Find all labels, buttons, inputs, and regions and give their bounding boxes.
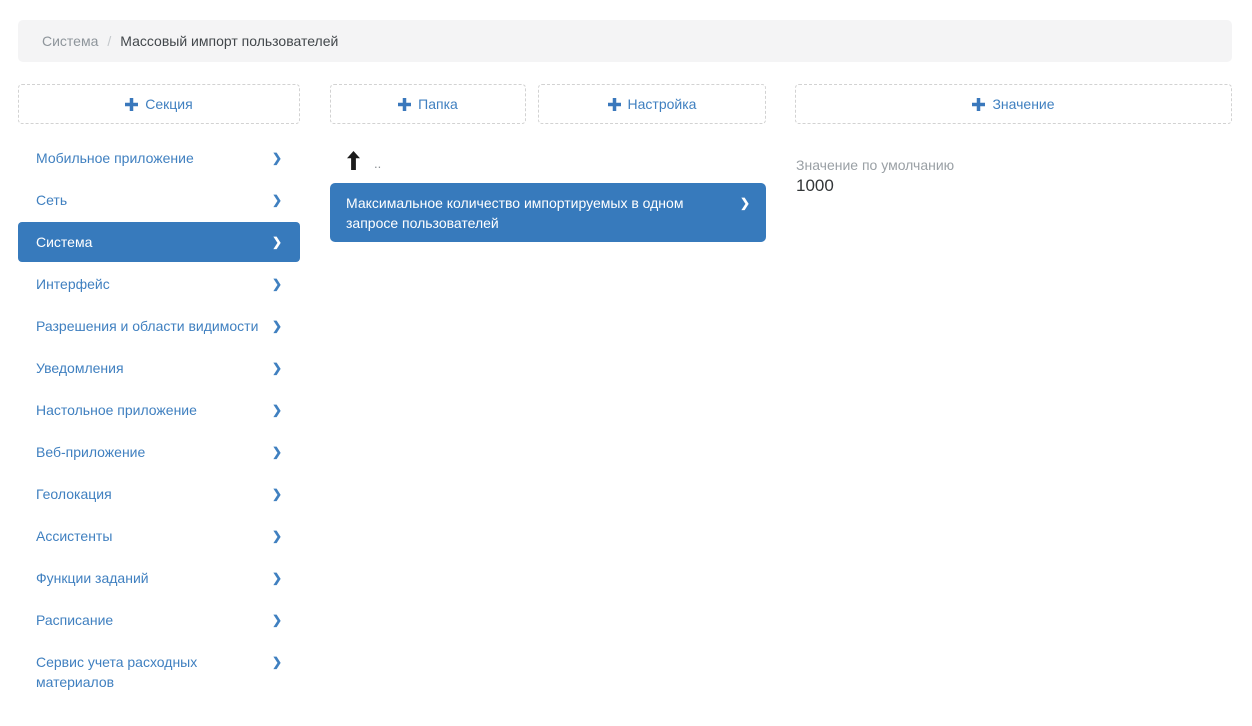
- add-value-label: Значение: [992, 96, 1054, 112]
- sidebar-item-label: Ассистенты: [36, 526, 112, 546]
- chevron-right-icon: ❯: [272, 232, 282, 252]
- setting-item-label: Максимальное количество импортируемых в …: [346, 193, 726, 233]
- sidebar-item-interface[interactable]: Интерфейс ❯: [18, 264, 300, 304]
- settings-page: Система / Массовый импорт пользователей …: [0, 0, 1252, 704]
- values-column: Значение Значение по умолчанию 1000: [795, 84, 1232, 704]
- sidebar-item-geolocation[interactable]: Геолокация ❯: [18, 474, 300, 514]
- parent-folder-label: ..: [374, 157, 381, 170]
- chevron-right-icon: ❯: [272, 316, 282, 336]
- sidebar-item-label: Система: [36, 232, 92, 252]
- breadcrumb-current: Массовый импорт пользователей: [120, 33, 338, 49]
- default-value[interactable]: 1000: [796, 175, 1232, 197]
- sidebar-item-label: Интерфейс: [36, 274, 110, 294]
- add-folder-button[interactable]: Папка: [330, 84, 526, 124]
- add-section-label: Секция: [145, 96, 192, 112]
- sidebar-item-permissions[interactable]: Разрешения и области видимости ❯: [18, 306, 300, 346]
- sidebar-item-label: Мобильное приложение: [36, 148, 194, 168]
- chevron-right-icon: ❯: [272, 568, 282, 588]
- sidebar-item-label: Функции заданий: [36, 568, 149, 588]
- plus-icon: [398, 98, 411, 111]
- chevron-right-icon: ❯: [272, 358, 282, 378]
- sidebar-item-label: Сеть: [36, 190, 67, 210]
- settings-column: Папка Настройка .. Максимальное количест…: [330, 84, 766, 704]
- sections-column: Секция Мобильное приложение ❯ Сеть ❯ Сис…: [18, 84, 300, 704]
- setting-item-max-import-users[interactable]: Максимальное количество импортируемых в …: [330, 183, 766, 242]
- plus-icon: [608, 98, 621, 111]
- plus-icon: [972, 98, 985, 111]
- sidebar-item-network[interactable]: Сеть ❯: [18, 180, 300, 220]
- breadcrumb: Система / Массовый импорт пользователей: [18, 20, 1232, 62]
- sidebar-item-schedule[interactable]: Расписание ❯: [18, 600, 300, 640]
- chevron-right-icon: ❯: [272, 610, 282, 630]
- default-value-block: Значение по умолчанию 1000: [795, 156, 1232, 197]
- chevron-right-icon: ❯: [272, 442, 282, 462]
- sidebar-item-label: Веб-приложение: [36, 442, 145, 462]
- chevron-right-icon: ❯: [272, 526, 282, 546]
- chevron-right-icon: ❯: [272, 190, 282, 210]
- sidebar-item-notifications[interactable]: Уведомления ❯: [18, 348, 300, 388]
- plus-icon: [125, 98, 138, 111]
- sidebar-item-label: Настольное приложение: [36, 400, 197, 420]
- sidebar-item-label: Уведомления: [36, 358, 124, 378]
- sidebar-item-mobile-app[interactable]: Мобильное приложение ❯: [18, 138, 300, 178]
- chevron-right-icon: ❯: [272, 484, 282, 504]
- sidebar-item-system[interactable]: Система ❯: [18, 222, 300, 262]
- navigate-up-row[interactable]: ..: [330, 148, 766, 170]
- breadcrumb-parent[interactable]: Система: [42, 33, 98, 49]
- add-setting-button[interactable]: Настройка: [538, 84, 766, 124]
- add-folder-label: Папка: [418, 96, 458, 112]
- sidebar-item-web-app[interactable]: Веб-приложение ❯: [18, 432, 300, 472]
- sidebar-item-label: Разрешения и области видимости: [36, 316, 258, 336]
- chevron-right-icon: ❯: [272, 148, 282, 168]
- sidebar-item-label: Расписание: [36, 610, 113, 630]
- add-value-button[interactable]: Значение: [795, 84, 1232, 124]
- chevron-right-icon: ❯: [272, 274, 282, 294]
- sections-nav: Мобильное приложение ❯ Сеть ❯ Система ❯ …: [18, 138, 300, 702]
- default-value-label: Значение по умолчанию: [796, 156, 1232, 174]
- sidebar-item-job-functions[interactable]: Функции заданий ❯: [18, 558, 300, 598]
- chevron-right-icon: ❯: [272, 400, 282, 420]
- sidebar-item-label: Геолокация: [36, 484, 112, 504]
- add-section-button[interactable]: Секция: [18, 84, 300, 124]
- chevron-right-icon: ❯: [272, 652, 282, 672]
- sidebar-item-consumables-service[interactable]: Сервис учета расходных материалов ❯: [18, 642, 300, 702]
- breadcrumb-separator: /: [107, 33, 111, 49]
- sidebar-item-label: Сервис учета расходных материалов: [36, 652, 262, 692]
- up-arrow-icon: [347, 151, 360, 170]
- chevron-right-icon: ❯: [726, 193, 750, 213]
- sidebar-item-desktop-app[interactable]: Настольное приложение ❯: [18, 390, 300, 430]
- sidebar-item-assistants[interactable]: Ассистенты ❯: [18, 516, 300, 556]
- add-setting-label: Настройка: [628, 96, 697, 112]
